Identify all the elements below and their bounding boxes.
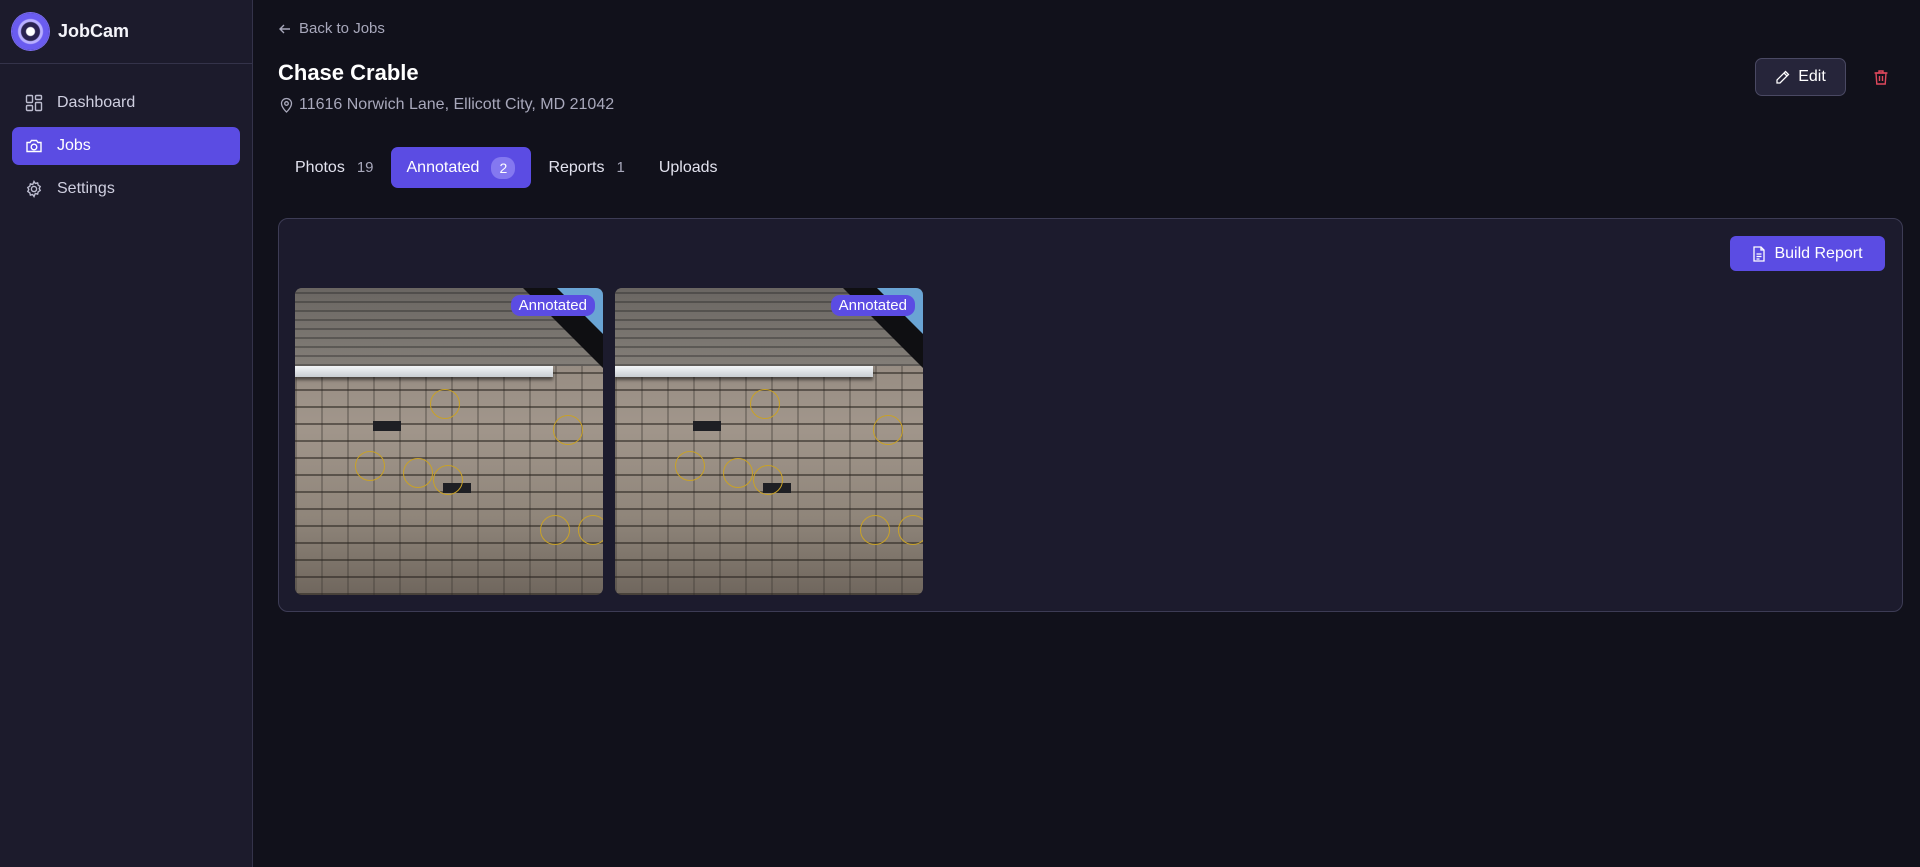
tab-count: 1 xyxy=(616,159,625,176)
gear-icon xyxy=(26,180,42,198)
tab-uploads[interactable]: Uploads xyxy=(642,147,735,188)
sidebar-item-settings[interactable]: Settings xyxy=(12,170,240,208)
annotated-photos-panel: Build Report Annotated Annotated xyxy=(278,218,1903,612)
app-name: JobCam xyxy=(58,21,130,41)
annotation-circle xyxy=(430,389,460,419)
annotation-circle xyxy=(540,515,570,545)
sidebar-item-label: Jobs xyxy=(57,137,91,154)
annotation-circle xyxy=(403,458,433,488)
tab-count-badge: 2 xyxy=(491,156,516,179)
photo-thumbnail[interactable]: Annotated xyxy=(615,288,923,595)
job-address: 11616 Norwich Lane, Ellicott City, MD 21… xyxy=(279,96,614,114)
document-icon xyxy=(1753,245,1766,262)
camera-icon xyxy=(26,139,42,153)
tab-count: 19 xyxy=(356,159,374,176)
photo-gutter xyxy=(295,366,553,377)
sidebar-nav: Dashboard Jobs Settings xyxy=(0,64,252,233)
tab-label: Reports xyxy=(548,158,605,176)
address-text: 11616 Norwich Lane, Ellicott City, MD 21… xyxy=(299,96,615,113)
annotation-circle xyxy=(750,389,780,419)
annotation-circle xyxy=(753,465,783,495)
jobcam-logo-icon xyxy=(12,13,49,50)
annotated-badge: Annotated xyxy=(510,295,595,316)
photo-gutter xyxy=(615,366,873,377)
tab-label: Photos xyxy=(295,158,345,176)
build-report-button[interactable]: Build Report xyxy=(1730,236,1885,271)
annotation-circle xyxy=(675,451,705,481)
annotation-circle xyxy=(578,515,603,545)
app-root: JobCam Dashboard Jobs Settings Back to J… xyxy=(0,0,1920,867)
annotation-circle xyxy=(355,451,385,481)
sidebar: JobCam Dashboard Jobs Settings xyxy=(0,0,253,867)
annotation-circle xyxy=(553,415,583,445)
edit-button[interactable]: Edit xyxy=(1755,58,1846,96)
tab-photos[interactable]: Photos 19 xyxy=(278,147,391,188)
tab-reports[interactable]: Reports 1 xyxy=(531,147,641,188)
back-label: Back to Jobs xyxy=(299,20,385,37)
photo-thumbnail[interactable]: Annotated xyxy=(295,288,603,595)
annotation-circle xyxy=(898,515,923,545)
main-content: Back to Jobs Chase Crable 11616 Norwich … xyxy=(253,0,1920,867)
annotation-circle xyxy=(860,515,890,545)
page-title: Chase Crable xyxy=(278,60,419,85)
edit-label: Edit xyxy=(1798,68,1826,85)
sidebar-item-label: Settings xyxy=(57,180,115,197)
annotation-circle xyxy=(723,458,753,488)
tab-label: Annotated xyxy=(406,158,480,176)
annotation-circle xyxy=(433,465,463,495)
photo-detail xyxy=(373,421,401,431)
build-report-label: Build Report xyxy=(1774,244,1863,262)
tab-label: Uploads xyxy=(658,158,718,176)
photo-detail xyxy=(693,421,721,431)
trash-icon[interactable] xyxy=(1871,67,1891,87)
pencil-icon xyxy=(1776,70,1790,84)
tab-bar: Photos 19 Annotated 2 Reports 1 Uploads xyxy=(278,147,735,188)
arrow-left-icon xyxy=(279,24,290,33)
sidebar-item-jobs[interactable]: Jobs xyxy=(12,127,240,165)
dashboard-icon xyxy=(25,94,43,112)
tab-annotated[interactable]: Annotated 2 xyxy=(390,147,532,188)
annotation-circle xyxy=(873,415,903,445)
annotated-badge: Annotated xyxy=(830,295,915,316)
brand[interactable]: JobCam xyxy=(0,0,252,64)
back-to-jobs-link[interactable]: Back to Jobs xyxy=(278,20,385,37)
map-pin-icon xyxy=(280,97,293,113)
sidebar-item-dashboard[interactable]: Dashboard xyxy=(12,84,240,122)
sidebar-item-label: Dashboard xyxy=(57,94,136,111)
